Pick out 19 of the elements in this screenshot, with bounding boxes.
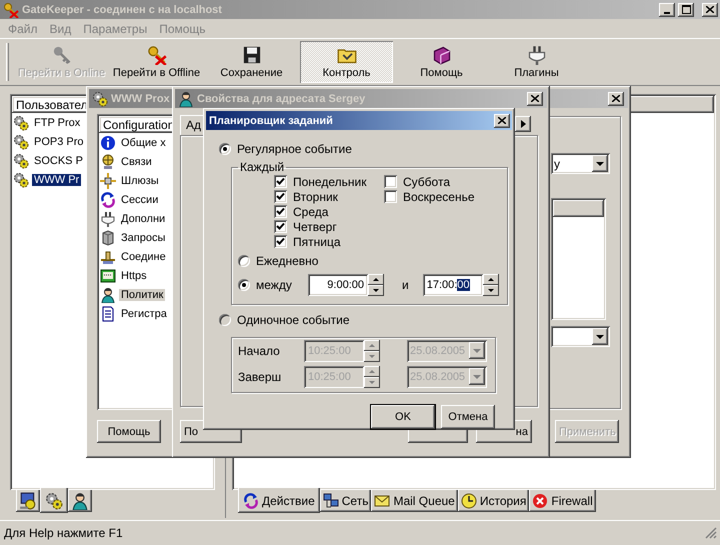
radio-label: Одиночное событие	[237, 313, 350, 327]
checkbox-label: Воскресенье	[403, 190, 475, 204]
radio-label: Ежедневно	[256, 254, 318, 268]
status-text: Для Help нажмите F1	[4, 526, 123, 540]
checkbox-label: Вторник	[293, 190, 338, 204]
radio-label: между	[256, 278, 293, 292]
field-label: Заверш	[238, 370, 282, 384]
checkbox-label: Понедельник	[293, 174, 366, 188]
field-label: Начало	[238, 344, 281, 358]
checkbox-label: Среда	[293, 204, 328, 218]
window-title: GateKeeper - соединен с на localhost	[22, 4, 222, 16]
checkbox-label: Суббота	[403, 174, 450, 188]
checkbox-label: Пятница	[293, 234, 340, 248]
window-title: WWW Prox	[111, 92, 170, 104]
and-label: и	[402, 278, 409, 292]
window-title: Свойства для адресата Sergey	[197, 92, 366, 104]
checkbox-label: Четверг	[293, 220, 337, 234]
radio-label: Регулярное событие	[237, 142, 352, 156]
group-label: Каждый	[239, 160, 286, 174]
